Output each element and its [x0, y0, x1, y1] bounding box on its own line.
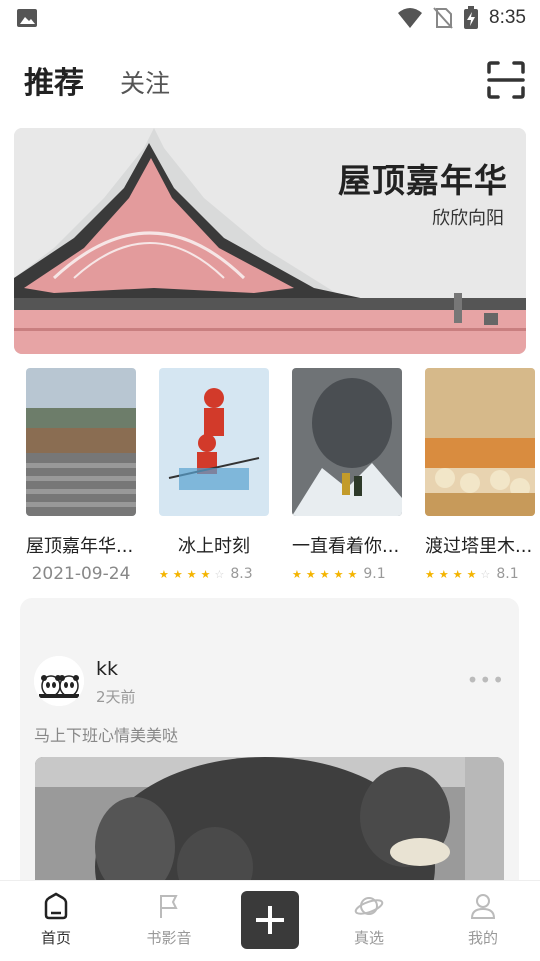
movie-list: 屋顶嘉年华... 2021-09-24 冰上时刻 ★ ★ ★ ★ ☆ 8.3 一…: [26, 368, 540, 584]
post-time: 2天前: [96, 688, 136, 706]
user-icon: [470, 894, 496, 919]
star-icon: ★: [425, 567, 435, 581]
nav-label: 真选: [353, 929, 384, 947]
nav-home[interactable]: 首页: [16, 891, 96, 948]
post-photo: [35, 757, 504, 898]
scan-icon[interactable]: [486, 60, 526, 100]
wifi-icon: [398, 8, 423, 28]
nav-label: 我的: [467, 929, 498, 947]
status-bar: 8:35: [0, 0, 540, 36]
star-icon: ★: [438, 567, 449, 581]
image-icon: [17, 9, 37, 27]
nav-label: 书影音: [146, 929, 192, 947]
movie-poster: [26, 368, 136, 516]
star-icon: ★: [292, 567, 302, 581]
flag-icon: [160, 895, 178, 918]
star-icon: ★: [200, 567, 211, 581]
avatar[interactable]: [34, 656, 84, 706]
nav-profile[interactable]: 我的: [443, 891, 523, 948]
star-icon: ★: [333, 567, 344, 581]
banner-subtitle: 欣欣向阳: [432, 208, 504, 229]
no-sim-icon: [433, 7, 453, 29]
post-username[interactable]: kk: [96, 658, 118, 680]
star-empty-icon: ☆: [480, 567, 491, 581]
movie-card[interactable]: 冰上时刻 ★ ★ ★ ★ ☆ 8.3: [159, 368, 269, 582]
banner[interactable]: 屋顶嘉年华 欣欣向阳: [14, 128, 526, 354]
battery-charging-icon: [464, 6, 479, 29]
bottom-nav: 首页 书影音 真选 我的: [0, 880, 540, 961]
plus-icon: [256, 906, 284, 934]
home-icon: [44, 892, 68, 920]
movie-poster: [425, 368, 535, 516]
star-icon: ★: [319, 567, 330, 581]
nav-selection[interactable]: 真选: [329, 891, 409, 948]
movie-poster: [292, 368, 402, 516]
star-icon: ★: [466, 567, 477, 581]
movie-poster: [159, 368, 269, 516]
star-icon: ★: [452, 567, 463, 581]
star-icon: ★: [186, 567, 197, 581]
movie-rating: ★ ★ ★ ★ ☆ 8.3: [159, 566, 269, 582]
movie-title: 冰上时刻: [178, 536, 250, 557]
movie-title: 一直看着你...: [292, 536, 400, 557]
rating-value: 8.1: [496, 566, 519, 582]
post-text: 马上下班心情美美哒: [34, 726, 179, 745]
star-icon: ★: [305, 567, 316, 581]
header-tabs: 推荐 关注: [24, 58, 170, 102]
nav-books-movies-music[interactable]: 书影音: [129, 891, 209, 948]
star-half-icon: ★: [347, 567, 358, 581]
movie-card[interactable]: 一直看着你... ★ ★ ★ ★ ★ 9.1: [292, 368, 402, 582]
rating-value: 9.1: [363, 566, 386, 582]
panda-avatar-icon: [34, 656, 84, 706]
star-empty-icon: ☆: [214, 567, 225, 581]
tab-recommend[interactable]: 推荐: [24, 58, 84, 102]
tab-follow[interactable]: 关注: [120, 64, 170, 100]
planet-icon: [354, 897, 384, 915]
rating-value: 8.3: [230, 566, 253, 582]
more-dots-icon[interactable]: •••: [467, 668, 505, 692]
star-icon: ★: [159, 567, 169, 581]
post-image[interactable]: [35, 757, 504, 898]
movie-rating: ★ ★ ★ ★ ☆ 8.1: [425, 566, 535, 582]
movie-rating: ★ ★ ★ ★ ★ 9.1: [292, 566, 402, 582]
banner-title: 屋顶嘉年华: [338, 161, 508, 200]
movie-card[interactable]: 屋顶嘉年华... 2021-09-24: [26, 368, 136, 584]
nav-label: 首页: [40, 929, 71, 947]
movie-date: 2021-09-24: [31, 564, 131, 584]
movie-card[interactable]: 渡过塔里木... ★ ★ ★ ★ ☆ 8.1: [425, 368, 535, 582]
movie-title: 渡过塔里木...: [425, 536, 533, 557]
clock: 8:35: [489, 7, 526, 28]
post-card[interactable]: kk 2天前 ••• 马上下班心情美美哒: [20, 598, 519, 898]
star-icon: ★: [172, 567, 183, 581]
plus-button[interactable]: [241, 891, 299, 949]
movie-title: 屋顶嘉年华...: [26, 536, 134, 557]
